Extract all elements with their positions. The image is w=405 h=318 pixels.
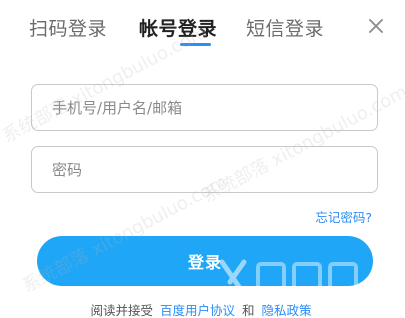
terms-link[interactable]: 百度用户协议 [160, 303, 235, 318]
agreement-prefix: 阅读并接受 [90, 303, 153, 318]
tab-qr-login[interactable]: 扫码登录 [29, 14, 107, 41]
username-field-wrapper [31, 84, 378, 131]
login-button[interactable]: 登录 [37, 236, 373, 286]
login-tabs: 扫码登录 帐号登录 短信登录 [0, 14, 405, 46]
tab-account-login[interactable]: 帐号登录 [139, 14, 217, 41]
privacy-link[interactable]: 隐私政策 [261, 303, 311, 318]
login-dialog: 扫码登录 帐号登录 短信登录 忘记密码? 登录 阅读并接受 百度用户协议 和 隐… [0, 0, 405, 318]
password-input[interactable] [32, 147, 377, 192]
close-button[interactable] [364, 14, 388, 38]
username-input[interactable] [32, 85, 377, 130]
tab-sms-login[interactable]: 短信登录 [246, 14, 324, 41]
active-tab-indicator [180, 43, 211, 46]
password-field-wrapper [31, 146, 378, 193]
forgot-password-link[interactable]: 忘记密码? [315, 207, 372, 226]
agreement-and: 和 [241, 303, 255, 318]
agreement-text: 阅读并接受 百度用户协议 和 隐私政策 [0, 300, 405, 318]
close-icon [369, 19, 383, 33]
